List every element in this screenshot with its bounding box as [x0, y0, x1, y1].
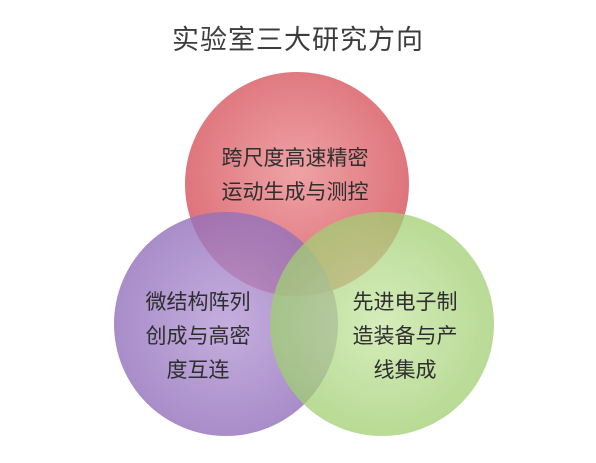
circle-left-line-3: 度互连	[166, 358, 230, 382]
circle-left-line-1: 微结构阵列	[145, 290, 251, 314]
circle-left-label: 微结构阵列 创成与高密 度互连	[123, 285, 273, 387]
circle-top-label: 跨尺度高速精密 运动生成与测控	[200, 141, 390, 209]
circle-top-line-1: 跨尺度高速精密	[221, 146, 369, 170]
venn-diagram: 实验室三大研究方向 跨尺度高速精密 运动生成与测控 微结构阵列 创成与高密 度互…	[0, 0, 596, 463]
venn-circles	[114, 72, 494, 436]
circle-right-line-2: 造装备与产	[352, 324, 458, 348]
circle-right-line-3: 线集成	[373, 358, 437, 382]
circle-left-line-2: 创成与高密	[145, 324, 251, 348]
circle-right-line-1: 先进电子制	[352, 290, 458, 314]
circle-top-line-2: 运动生成与测控	[221, 180, 369, 204]
circle-right-label: 先进电子制 造装备与产 线集成	[330, 285, 480, 387]
